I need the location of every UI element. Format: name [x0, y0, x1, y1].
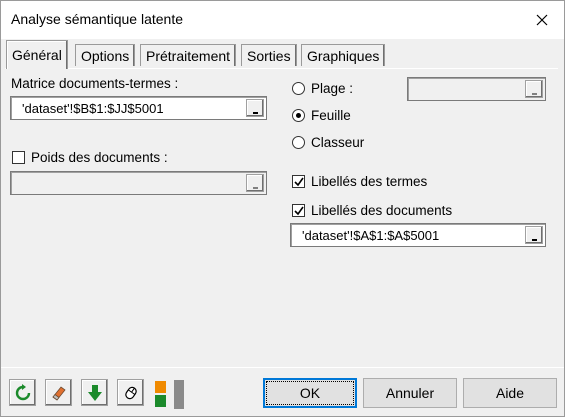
window-title: Analyse sémantique latente — [11, 11, 183, 27]
refresh-icon — [15, 383, 30, 400]
radio-feuille[interactable] — [292, 109, 305, 122]
plage-range-select-button[interactable] — [525, 80, 543, 98]
radio-plage[interactable] — [292, 82, 305, 95]
weights-range-select-button[interactable] — [246, 174, 264, 192]
tab-label: Graphiques — [307, 47, 380, 64]
checkmark-icon — [294, 206, 304, 216]
layout-icon — [155, 380, 184, 409]
mouse-icon — [124, 386, 137, 399]
tab-label: Options — [81, 47, 130, 64]
ok-button-label: OK — [299, 385, 321, 401]
term-labels-label: Libellés des termes — [311, 174, 428, 189]
weights-range-field[interactable] — [10, 171, 267, 195]
cancel-button-label: Annuler — [385, 385, 435, 401]
doc-labels-range-field[interactable]: 'dataset'!$A$1:$A$5001 — [290, 223, 546, 247]
layout-button[interactable] — [152, 379, 186, 409]
plage-range-field[interactable] — [407, 77, 546, 101]
close-icon — [536, 14, 548, 26]
ok-button[interactable]: OK — [263, 378, 357, 408]
doc-labels-label: Libellés des documents — [311, 203, 453, 218]
refresh-button[interactable] — [9, 379, 36, 406]
close-button[interactable] — [520, 1, 564, 39]
bottom-toolbar: OK Annuler Aide — [1, 367, 564, 416]
checkmark-icon — [294, 177, 304, 187]
tab-options[interactable]: Options — [75, 44, 136, 66]
cancel-button[interactable]: Annuler — [363, 378, 457, 408]
doc-labels-range-value: 'dataset'!$A$1:$A$5001 — [302, 228, 440, 243]
radio-feuille-label: Feuille — [311, 108, 351, 123]
weights-checkbox[interactable] — [12, 151, 25, 164]
matrix-range-select-button[interactable] — [246, 99, 264, 117]
tab-strip: Général Options Prétraitement Sorties Gr… — [1, 39, 564, 69]
radio-classeur[interactable] — [292, 136, 305, 149]
tab-label: Sorties — [247, 47, 291, 64]
matrix-range-value: 'dataset'!$B$1:$JJ$5001 — [22, 101, 164, 116]
eraser-icon — [51, 385, 66, 401]
doc-labels-range-select-button[interactable] — [525, 226, 543, 244]
weights-label: Poids des documents : — [31, 150, 168, 165]
help-button-label: Aide — [495, 385, 525, 401]
down-arrow-icon — [87, 384, 102, 401]
radio-plage-label: Plage : — [311, 81, 354, 96]
tab-sorties[interactable]: Sorties — [241, 44, 297, 66]
tab-pretraitement[interactable]: Prétraitement — [140, 44, 237, 66]
select-mode-button[interactable] — [117, 379, 144, 406]
matrix-label: Matrice documents-termes : — [11, 76, 179, 91]
tab-general[interactable]: Général — [6, 40, 68, 69]
tab-label: Prétraitement — [146, 47, 231, 64]
clear-button[interactable] — [45, 379, 72, 406]
tab-graphiques[interactable]: Graphiques — [301, 44, 386, 66]
help-button[interactable]: Aide — [463, 378, 557, 408]
move-down-button[interactable] — [81, 379, 108, 406]
title-bar: Analyse sémantique latente — [1, 1, 564, 39]
dialog-window: Analyse sémantique latente Général Optio… — [0, 0, 565, 417]
radio-classeur-label: Classeur — [311, 135, 365, 150]
tab-label: Général — [12, 47, 62, 63]
term-labels-checkbox[interactable] — [292, 175, 305, 188]
matrix-range-field[interactable]: 'dataset'!$B$1:$JJ$5001 — [10, 96, 267, 120]
doc-labels-checkbox[interactable] — [292, 204, 305, 217]
